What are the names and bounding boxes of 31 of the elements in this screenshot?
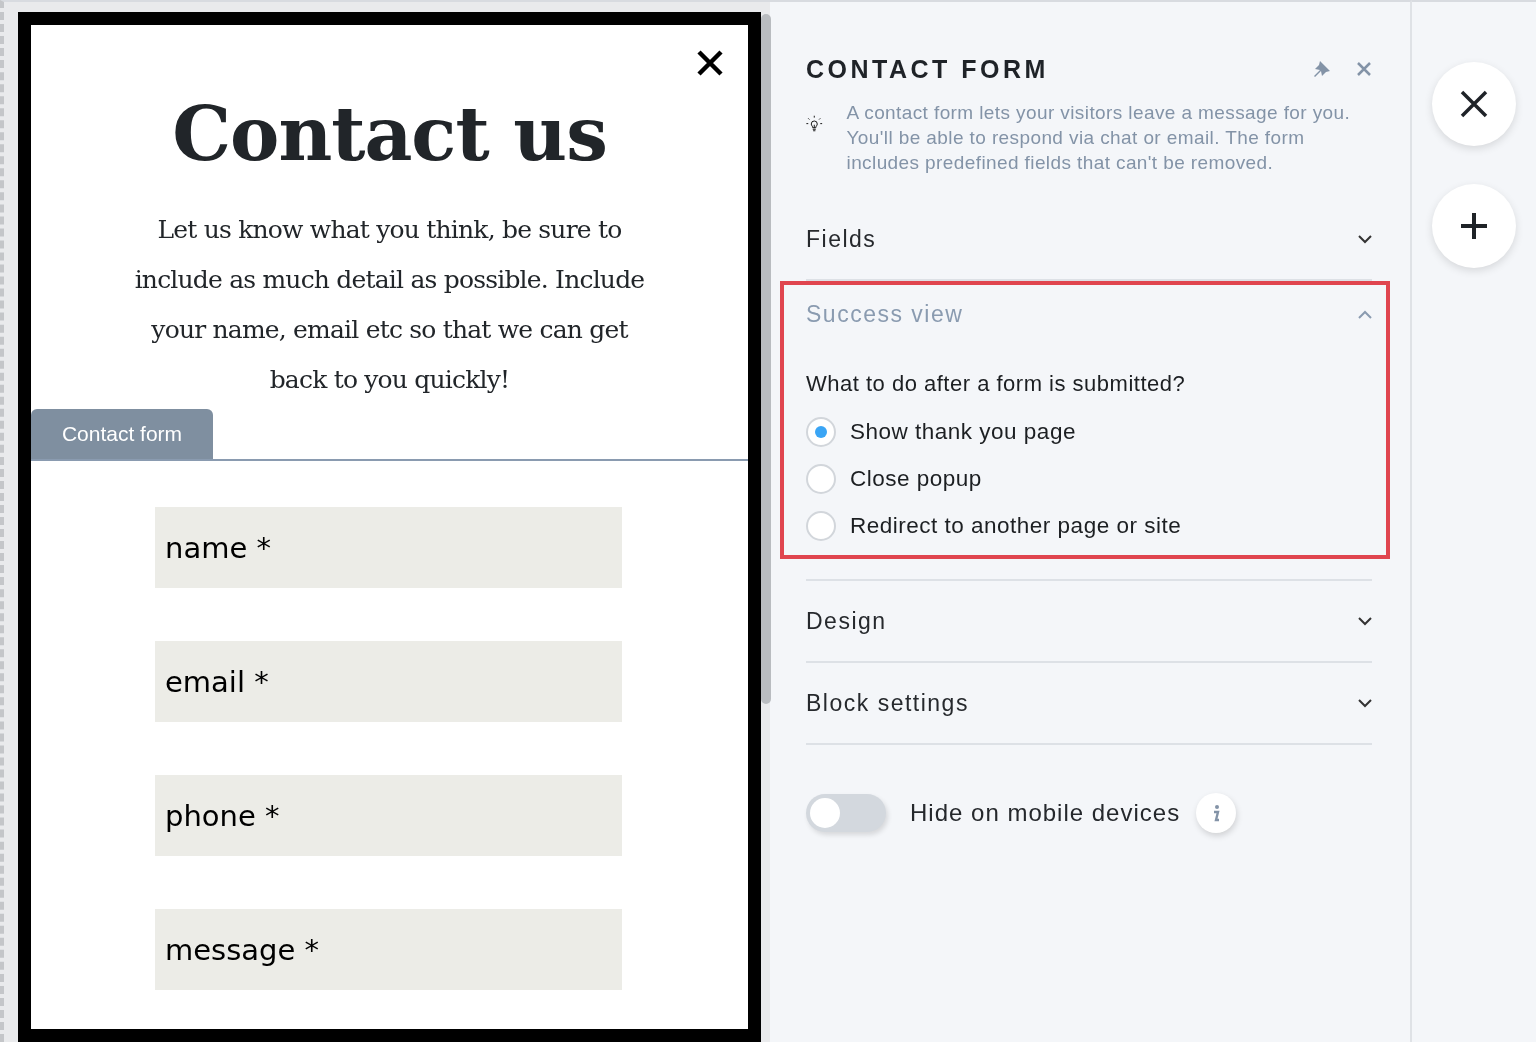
toggle-label: Hide on mobile devices	[910, 798, 1181, 828]
pin-button[interactable]	[1312, 59, 1332, 79]
toggle-switch[interactable]	[806, 794, 886, 832]
crossed-tools-icon	[1458, 88, 1490, 120]
accordion-header[interactable]: Design	[806, 581, 1372, 661]
close-button[interactable]	[696, 49, 724, 77]
radio-option[interactable]: Close popup	[806, 455, 982, 502]
form-input-field[interactable]: name *	[155, 507, 622, 588]
form-input-field[interactable]: message *	[155, 909, 622, 990]
chevron-down-icon	[1358, 698, 1372, 708]
radio-option[interactable]: Show thank you page	[806, 408, 1076, 455]
chevron-up-icon	[1358, 309, 1372, 319]
form-input-field[interactable]: email *	[155, 641, 622, 722]
panel-title: CONTACT FORM	[806, 54, 1049, 84]
question-text: What to do after a form is submitted?	[806, 370, 1187, 398]
popup-title: Contact us	[171, 97, 608, 171]
radio-option[interactable]: Redirect to another page or site	[806, 502, 1182, 549]
popup-intro: Let us know what you think, be sure to include as much detail as possible. Include your name, email etc so that we can get back to you quickly!	[133, 214, 646, 396]
plus-icon	[1459, 211, 1489, 241]
panel-description: A contact form lets your visitors leave a message for you. You'll be able to respond via chat or email. The form includes predefined fields that can't be removed.	[846, 101, 1352, 175]
accordion-header[interactable]: Block settings	[806, 663, 1372, 743]
close-icon	[696, 49, 724, 77]
info-icon	[1211, 804, 1222, 822]
chevron-down-icon	[1358, 616, 1372, 626]
pin-icon	[1312, 59, 1332, 79]
close-icon	[1356, 61, 1372, 77]
accordion-header[interactable]: Fields	[806, 199, 1372, 279]
scrollbar-thumb[interactable]	[761, 14, 771, 704]
form-input-field[interactable]: phone *	[155, 775, 622, 856]
chevron-down-icon	[1358, 234, 1372, 244]
info-button[interactable]	[1196, 793, 1237, 833]
